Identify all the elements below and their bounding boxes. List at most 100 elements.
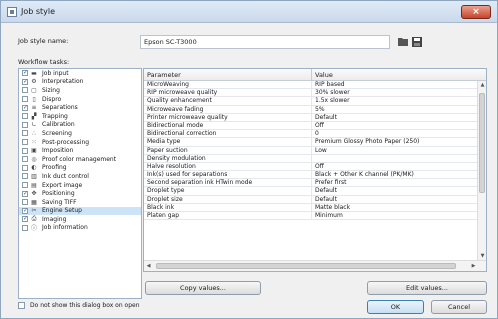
workflow-task-checkbox[interactable]: [22, 113, 28, 120]
grid-row[interactable]: Ink(s) used for separations Black + Other…: [144, 171, 477, 180]
grid-cell-value[interactable]: 0: [312, 130, 477, 137]
workflow-task[interactable]: ⎙ Imaging: [19, 215, 141, 224]
workflow-task[interactable]: ▥ Ink duct control: [19, 172, 141, 181]
grid-row[interactable]: Media type Premium Glossy Photo Paper (25…: [144, 138, 477, 147]
job-style-name-input[interactable]: Epson SC-T3000: [140, 35, 390, 49]
grid-cell-value[interactable]: Default: [312, 187, 477, 194]
workflow-task[interactable]: ▬ Job input: [19, 69, 141, 78]
grid-row[interactable]: Droplet size Default: [144, 195, 477, 204]
grid-cell-parameter: RIP microweave quality: [144, 89, 312, 97]
horizontal-scroll-thumb[interactable]: [156, 263, 456, 269]
workflow-task[interactable]: ✥ Positioning: [19, 189, 141, 198]
grid-cell-value[interactable]: Minimum: [312, 212, 477, 219]
workflow-task-checkbox[interactable]: [22, 104, 28, 111]
workflow-task-checkbox[interactable]: [22, 215, 28, 223]
scroll-left-icon[interactable]: ◀: [144, 261, 153, 271]
column-header-value[interactable]: Value: [312, 69, 486, 80]
workflow-task-label: Interpretation: [42, 78, 84, 86]
grid-row[interactable]: Bidirectional correction 0: [144, 130, 477, 139]
grid-row[interactable]: Quality enhancement 1.5x slower: [144, 97, 477, 106]
workflow-task[interactable]: ▣ Imposition: [19, 146, 141, 155]
workflow-task[interactable]: ⓘ Job information: [19, 224, 141, 232]
workflow-task-checkbox[interactable]: [22, 164, 28, 171]
vertical-scrollbar[interactable]: ▲ ▼: [477, 81, 486, 261]
ok-button[interactable]: OK: [367, 300, 424, 314]
vertical-scroll-thumb[interactable]: [479, 93, 485, 193]
workflow-task[interactable]: ▦ Saving TIFF: [19, 198, 141, 207]
workflow-tasks-list[interactable]: ▬Job input⚙Interpretation▢Sizing▯Dispro≡…: [18, 68, 142, 299]
workflow-task[interactable]: ⁙ Post-processing: [19, 138, 141, 147]
copy-values-button[interactable]: Copy values...: [145, 281, 261, 295]
workflow-task[interactable]: ◐ Proofing: [19, 164, 141, 173]
grid-cell-value[interactable]: 5%: [312, 106, 477, 113]
grid-cell-parameter: MicroWeaving: [144, 81, 312, 89]
horizontal-scrollbar[interactable]: ◀ ▶: [144, 260, 486, 271]
workflow-task-checkbox[interactable]: [22, 121, 28, 128]
close-button[interactable]: ×: [461, 5, 491, 19]
grid-row[interactable]: MicroWeaving RIP based: [144, 81, 477, 90]
grid-cell-value[interactable]: Low: [312, 147, 477, 154]
grid-row[interactable]: Black ink Matte black: [144, 203, 477, 212]
workflow-task-checkbox[interactable]: [22, 190, 28, 197]
workflow-task-label: Calibration: [42, 121, 75, 129]
grid-cell-value[interactable]: Prefer first: [312, 179, 477, 186]
grid-row[interactable]: Droplet type Default: [144, 187, 477, 196]
cancel-button[interactable]: Cancel: [431, 300, 487, 314]
grid-cell-value[interactable]: Premium Glossy Photo Paper (250): [312, 138, 477, 145]
workflow-task-checkbox[interactable]: [22, 207, 28, 214]
workflow-task-checkbox[interactable]: [22, 199, 28, 206]
workflow-task-label: Export image: [42, 181, 83, 189]
grid-row[interactable]: Density modulation: [144, 154, 477, 163]
grid-cell-value[interactable]: Off: [312, 122, 477, 129]
workflow-task[interactable]: ▤ Export image: [19, 181, 141, 190]
workflow-task-checkbox[interactable]: [22, 182, 28, 189]
save-disk-icon[interactable]: [412, 37, 422, 47]
workflow-task[interactable]: ≡ Separations: [19, 103, 141, 112]
workflow-task[interactable]: ⚙ Interpretation: [19, 78, 141, 87]
grid-cell-value[interactable]: 30% slower: [312, 89, 477, 96]
grid-row[interactable]: Microweave fading 5%: [144, 105, 477, 114]
workflow-task[interactable]: ▯ Dispro: [19, 95, 141, 104]
parameters-grid[interactable]: Parameter Value MicroWeaving RIP based RIP…: [143, 68, 487, 272]
workflow-task-checkbox[interactable]: [22, 78, 28, 85]
workflow-task-checkbox[interactable]: [22, 224, 28, 231]
grid-row[interactable]: RIP microweave quality 30% slower: [144, 89, 477, 98]
column-header-parameter[interactable]: Parameter: [144, 69, 312, 80]
grid-header: Parameter Value: [144, 69, 486, 81]
workflow-task-checkbox[interactable]: [22, 130, 28, 137]
grid-row[interactable]: Halve resolution Off: [144, 162, 477, 172]
grid-row[interactable]: Bidirectional mode Off: [144, 121, 477, 131]
workflow-task-checkbox[interactable]: [22, 69, 28, 77]
scroll-up-icon[interactable]: ▲: [478, 81, 486, 90]
dont-show-option[interactable]: Do not show this dialog box on open: [18, 302, 140, 309]
grid-row[interactable]: Platen gap Minimum: [144, 212, 477, 221]
workflow-task-checkbox[interactable]: [22, 87, 28, 94]
open-folder-icon[interactable]: [398, 37, 408, 46]
workflow-task[interactable]: ▞ Trapping: [19, 112, 141, 121]
grid-row[interactable]: Printer microweave quality Default: [144, 113, 477, 122]
grid-cell-value[interactable]: RIP based: [312, 81, 477, 88]
grid-cell-value[interactable]: Default: [312, 196, 477, 203]
workflow-task[interactable]: ◎ Proof color management: [19, 155, 141, 164]
workflow-task-checkbox[interactable]: [22, 139, 28, 146]
workflow-task-checkbox[interactable]: [22, 173, 28, 180]
grid-cell-value[interactable]: Off: [312, 163, 477, 170]
workflow-task[interactable]: ∴ Screening: [19, 129, 141, 138]
scroll-right-icon[interactable]: ▶: [469, 261, 478, 271]
grid-row[interactable]: Paper suction Low: [144, 146, 477, 155]
grid-row[interactable]: Second separation ink HTwin mode Prefer f…: [144, 179, 477, 188]
workflow-task[interactable]: ✂ Engine Setup: [19, 206, 141, 216]
workflow-task[interactable]: ▢ Sizing: [19, 86, 141, 95]
grid-cell-value[interactable]: [312, 155, 477, 162]
workflow-task-label: Separations: [42, 104, 78, 112]
grid-cell-value[interactable]: 1.5x slower: [312, 97, 477, 104]
grid-cell-value[interactable]: Black + Other K channel (PK/MK): [312, 171, 477, 178]
workflow-task-checkbox[interactable]: [22, 96, 28, 103]
grid-cell-value[interactable]: Default: [312, 114, 477, 121]
edit-values-button[interactable]: Edit values...: [367, 281, 487, 295]
workflow-task-checkbox[interactable]: [22, 156, 28, 163]
workflow-task[interactable]: ∟ Calibration: [19, 121, 141, 130]
grid-cell-value[interactable]: Matte black: [312, 204, 477, 211]
dont-show-checkbox[interactable]: [18, 302, 25, 309]
workflow-task-checkbox[interactable]: [22, 147, 28, 154]
